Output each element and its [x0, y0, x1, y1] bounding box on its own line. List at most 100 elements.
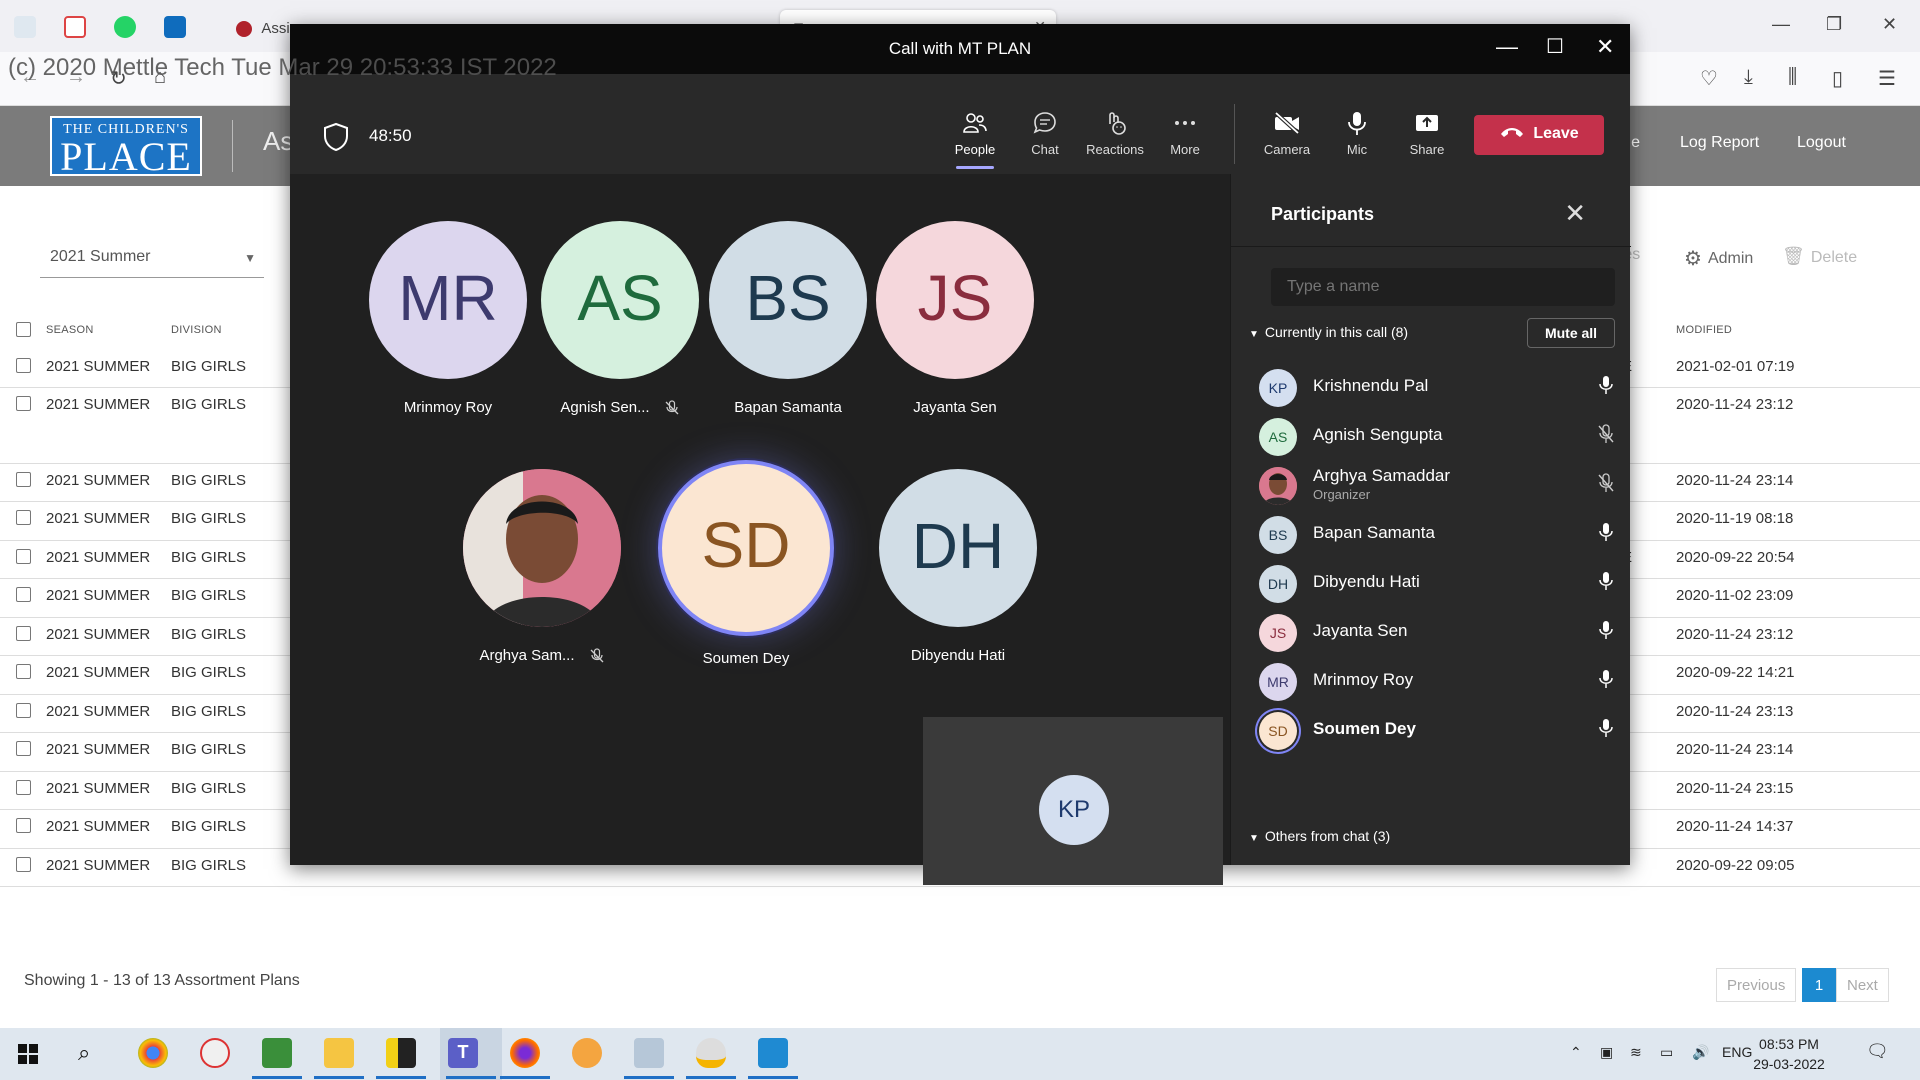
- row-checkbox[interactable]: [16, 818, 31, 833]
- avatar: MR: [369, 221, 527, 379]
- row-checkbox[interactable]: [16, 358, 31, 373]
- linux-penguin-icon[interactable]: [696, 1038, 726, 1068]
- participant-row[interactable]: BS Bapan Samanta: [1251, 508, 1621, 556]
- row-checkbox[interactable]: [16, 472, 31, 487]
- participant-tile-arghya[interactable]: Arghya Sam...: [452, 469, 632, 664]
- participant-mic-toggle[interactable]: [1597, 669, 1615, 694]
- outlook-icon[interactable]: [164, 16, 186, 38]
- reactions-button[interactable]: Reactions: [1080, 110, 1150, 157]
- column-header-modified[interactable]: MODIFIED: [1676, 324, 1732, 336]
- app-favicon-icon[interactable]: [14, 16, 36, 38]
- participant-mic-toggle[interactable]: [1597, 718, 1615, 743]
- row-checkbox[interactable]: [16, 510, 31, 525]
- delete-button[interactable]: 🗑 Delete: [1782, 246, 1857, 267]
- tray-app-icon[interactable]: ▣: [1600, 1044, 1613, 1061]
- sticky-notes-icon[interactable]: [386, 1038, 416, 1068]
- current-call-section[interactable]: ▼ Currently in this call (8): [1249, 324, 1408, 340]
- vscode-icon[interactable]: [758, 1038, 788, 1068]
- participant-row[interactable]: Arghya Samaddar Organizer: [1251, 459, 1621, 507]
- participant-mic-toggle[interactable]: [1597, 522, 1615, 547]
- share-button[interactable]: Share: [1392, 110, 1462, 157]
- admin-button[interactable]: ⚙ Admin: [1684, 246, 1753, 271]
- file-explorer-icon[interactable]: [324, 1038, 354, 1068]
- participant-tile-as[interactable]: AS Agnish Sen...: [530, 221, 710, 416]
- log-report-link[interactable]: Log Report: [1680, 134, 1759, 152]
- mic-button[interactable]: Mic: [1322, 110, 1392, 157]
- restore-icon[interactable]: ❐: [1826, 14, 1842, 35]
- image-viewer-icon[interactable]: [262, 1038, 292, 1068]
- windows-start-icon[interactable]: [18, 1044, 38, 1064]
- column-header-season[interactable]: SEASON: [46, 324, 94, 336]
- close-icon[interactable]: ✕: [1564, 198, 1586, 229]
- page-1-button[interactable]: 1: [1802, 968, 1836, 1002]
- row-checkbox[interactable]: [16, 549, 31, 564]
- chrome-icon[interactable]: [138, 1038, 168, 1068]
- camera-button[interactable]: Camera: [1252, 110, 1322, 157]
- library-icon[interactable]: ⫼: [1788, 66, 1797, 89]
- participant-row[interactable]: MR Mrinmoy Roy: [1251, 655, 1621, 703]
- participant-mic-toggle[interactable]: [1597, 620, 1615, 645]
- menu-icon[interactable]: ☰: [1878, 66, 1896, 91]
- participant-mic-toggle[interactable]: [1597, 375, 1615, 400]
- gmail-icon[interactable]: [64, 16, 86, 38]
- row-checkbox[interactable]: [16, 780, 31, 795]
- search-icon[interactable]: ⌕: [78, 1040, 90, 1066]
- row-checkbox[interactable]: [16, 857, 31, 872]
- participant-mic-toggle[interactable]: [1597, 473, 1615, 498]
- participant-row[interactable]: AS Agnish Sengupta: [1251, 410, 1621, 458]
- self-video-preview[interactable]: KP: [923, 717, 1223, 885]
- season-select[interactable]: 2021 Summer ▼: [40, 240, 264, 278]
- mute-all-button[interactable]: Mute all: [1527, 318, 1615, 348]
- volume-icon[interactable]: 🔊: [1692, 1044, 1709, 1061]
- participant-tile-js[interactable]: JS Jayanta Sen: [865, 221, 1045, 416]
- close-window-icon[interactable]: ✕: [1882, 14, 1897, 35]
- participant-tile-bs[interactable]: BS Bapan Samanta: [698, 221, 878, 416]
- app-icon[interactable]: [572, 1038, 602, 1068]
- people-button[interactable]: People: [940, 110, 1010, 169]
- shield-icon[interactable]: [322, 122, 350, 152]
- notifications-icon[interactable]: 🗨: [1866, 1041, 1889, 1062]
- minimize-icon[interactable]: —: [1772, 14, 1790, 35]
- brand-logo[interactable]: THE CHILDREN'S PLACE: [50, 116, 202, 177]
- participant-row[interactable]: JS Jayanta Sen: [1251, 606, 1621, 654]
- participant-tile-mr[interactable]: MR Mrinmoy Roy: [358, 221, 538, 416]
- leave-button[interactable]: Leave: [1474, 115, 1604, 155]
- taskbar-clock[interactable]: 08:53 PM 29-03-2022: [1744, 1034, 1834, 1074]
- teams-icon[interactable]: T: [448, 1038, 478, 1068]
- minimize-icon[interactable]: —: [1496, 34, 1518, 60]
- row-checkbox[interactable]: [16, 626, 31, 641]
- tray-chevron-up-icon[interactable]: ⌃: [1570, 1044, 1582, 1061]
- participant-row[interactable]: DH Dibyendu Hati: [1251, 557, 1621, 605]
- column-header-division[interactable]: DIVISION: [171, 324, 222, 336]
- sidebar-icon[interactable]: ▯: [1832, 66, 1843, 91]
- next-page-button[interactable]: Next: [1836, 968, 1889, 1002]
- participant-row[interactable]: SD Soumen Dey: [1251, 704, 1621, 752]
- wifi-icon[interactable]: ≋: [1630, 1044, 1642, 1061]
- participant-tile-sd-speaking[interactable]: SD Soumen Dey: [651, 460, 841, 667]
- row-checkbox[interactable]: [16, 703, 31, 718]
- pocket-icon[interactable]: ♡: [1700, 66, 1718, 91]
- whatsapp-icon[interactable]: [114, 16, 136, 38]
- close-icon[interactable]: ✕: [1596, 34, 1614, 60]
- download-icon[interactable]: ⤓: [1744, 66, 1753, 89]
- photos-icon[interactable]: [634, 1038, 664, 1068]
- snipping-tool-icon[interactable]: [200, 1038, 230, 1068]
- select-all-checkbox[interactable]: [16, 322, 31, 337]
- participant-mic-toggle[interactable]: [1597, 424, 1615, 449]
- more-button[interactable]: More: [1150, 110, 1220, 157]
- logout-link[interactable]: Logout: [1797, 134, 1846, 152]
- maximize-icon[interactable]: ☐: [1546, 34, 1564, 59]
- participant-row[interactable]: KP Krishnendu Pal: [1251, 361, 1621, 409]
- row-checkbox[interactable]: [16, 741, 31, 756]
- search-participants-input[interactable]: [1271, 268, 1615, 306]
- others-chat-section[interactable]: ▼ Others from chat (3): [1249, 828, 1390, 844]
- participant-mic-toggle[interactable]: [1597, 571, 1615, 596]
- row-checkbox[interactable]: [16, 587, 31, 602]
- chat-button[interactable]: Chat: [1010, 110, 1080, 157]
- participant-tile-dh[interactable]: DH Dibyendu Hati: [868, 469, 1048, 664]
- previous-page-button[interactable]: Previous: [1716, 968, 1797, 1002]
- battery-icon[interactable]: ▭: [1660, 1044, 1673, 1061]
- row-checkbox[interactable]: [16, 396, 31, 411]
- row-checkbox[interactable]: [16, 664, 31, 679]
- firefox-icon[interactable]: [510, 1038, 540, 1068]
